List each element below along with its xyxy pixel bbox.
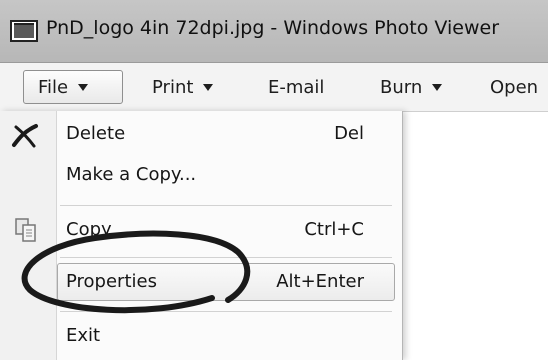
- print-menu-label: Print: [152, 76, 194, 98]
- menu-item-label: Properties: [66, 271, 157, 292]
- email-label: E-mail: [268, 76, 325, 98]
- file-menu-label: File: [38, 76, 69, 98]
- menu-item-label: Copy: [66, 219, 112, 240]
- title-bar: PnD_logo 4in 72dpi.jpg - Windows Photo V…: [0, 0, 548, 63]
- menu-item-make-a-copy[interactable]: Make a Copy...: [0, 156, 402, 194]
- menu-item-copy[interactable]: Copy Ctrl+C: [0, 211, 402, 249]
- print-menu-button[interactable]: Print: [152, 70, 214, 104]
- menu-separator: [60, 205, 392, 206]
- menu-item-label: Delete: [66, 123, 126, 144]
- delete-x-icon: [12, 124, 38, 148]
- chevron-down-icon: [78, 83, 89, 91]
- chevron-down-icon: [432, 83, 443, 91]
- command-bar: File Print E-mail Burn Open: [0, 63, 548, 112]
- menu-item-label: Make a Copy...: [66, 164, 197, 185]
- window-title: PnD_logo 4in 72dpi.jpg - Windows Photo V…: [46, 17, 500, 39]
- open-menu-button[interactable]: Open: [490, 70, 538, 104]
- menu-item-properties[interactable]: Properties Alt+Enter: [0, 263, 402, 301]
- file-menu-button[interactable]: File: [23, 70, 123, 104]
- menu-item-label: Exit: [66, 325, 101, 346]
- menu-separator: [60, 311, 392, 312]
- chevron-down-icon: [203, 83, 214, 91]
- open-menu-label: Open: [490, 76, 539, 98]
- burn-menu-button[interactable]: Burn: [380, 70, 443, 104]
- burn-menu-label: Burn: [380, 76, 423, 98]
- copy-icon: [15, 218, 36, 242]
- menu-separator: [60, 257, 392, 258]
- menu-item-shortcut: Del: [334, 123, 364, 144]
- menu-item-exit[interactable]: Exit: [0, 317, 402, 355]
- menu-item-delete[interactable]: Delete Del: [0, 115, 402, 153]
- menu-item-shortcut: Alt+Enter: [276, 271, 364, 292]
- photo-viewer-icon: [10, 20, 38, 42]
- file-dropdown-menu: Delete Del Make a Copy... Copy Ctrl+C Pr…: [0, 111, 403, 360]
- menu-item-shortcut: Ctrl+C: [304, 219, 364, 240]
- email-button[interactable]: E-mail: [268, 70, 324, 104]
